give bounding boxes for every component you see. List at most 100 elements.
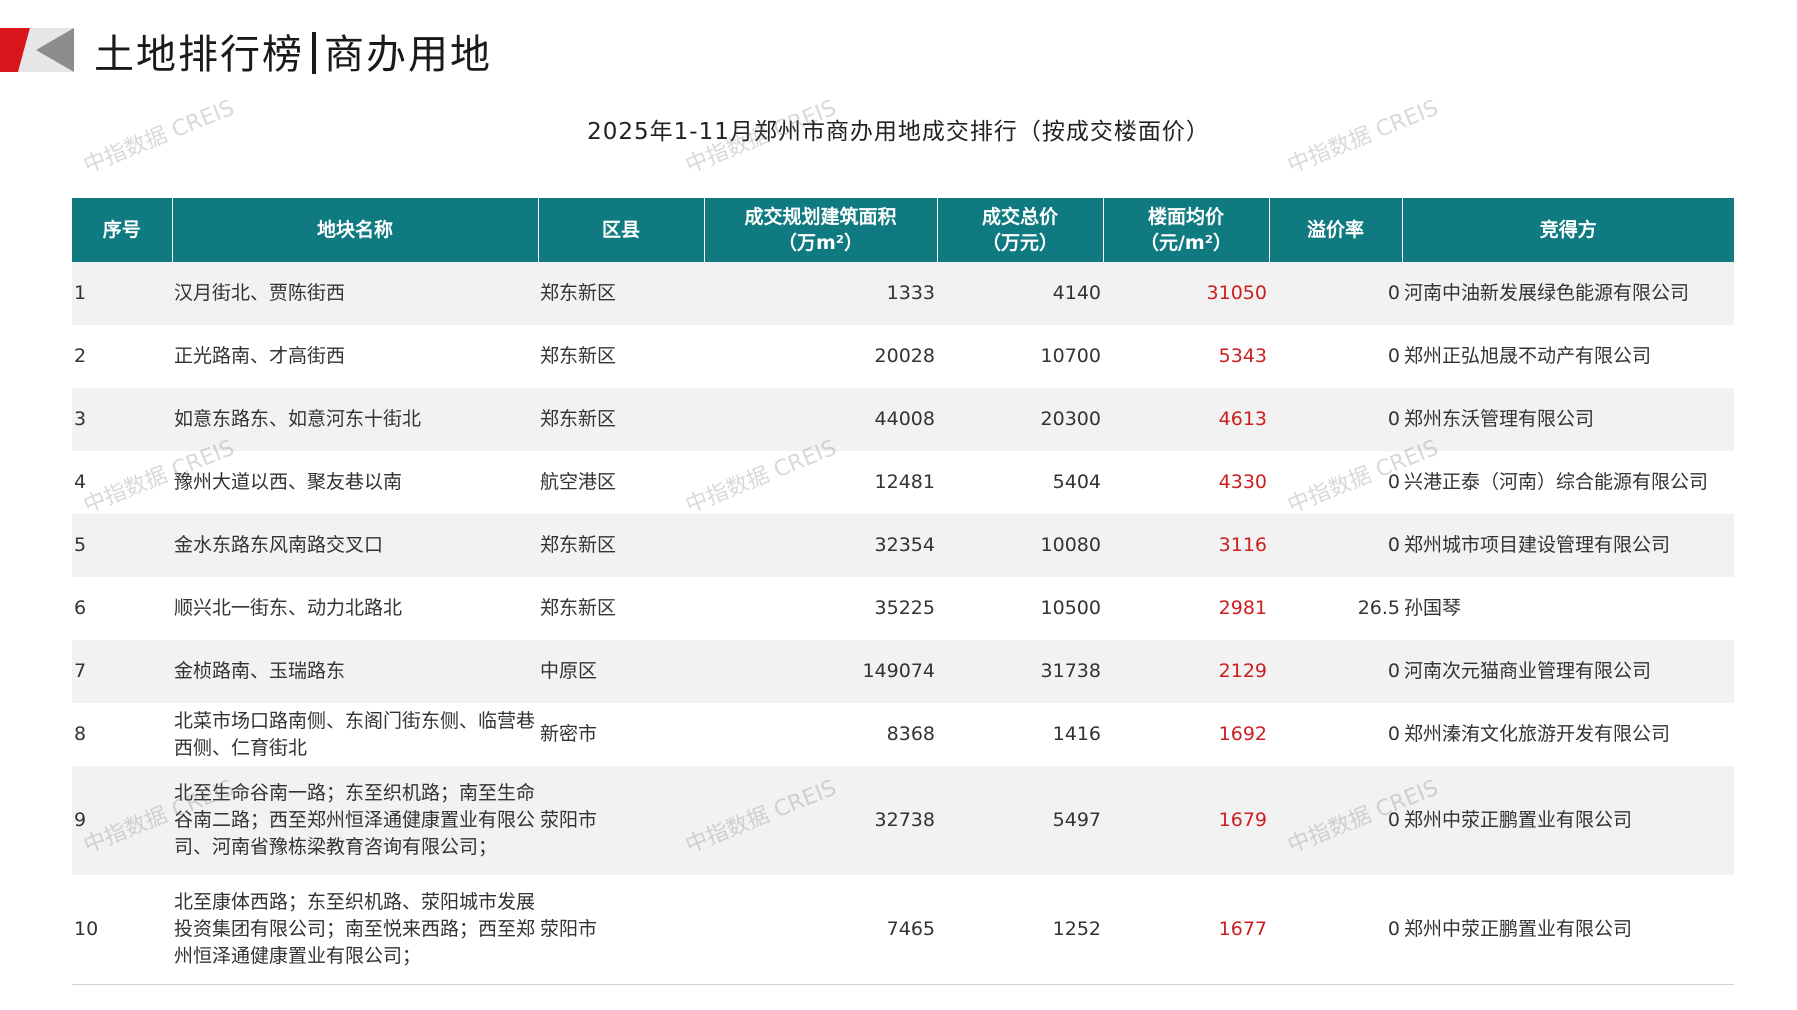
header-col-unit-price: 楼面均价 （元/m²）: [1103, 198, 1270, 262]
table-header: 序号 地块名称 区县 成交规划建筑面积 （万m²） 成交总价 （万元） 楼面均价 （元/m…: [72, 198, 1734, 262]
parcel-name-cell: 顺兴北一街东、动力北路北: [172, 577, 538, 640]
area-cell: 12481: [704, 451, 937, 514]
winner-cell: 郑州城市项目建设管理有限公司: [1402, 514, 1734, 577]
table-header-row: 序号 地块名称 区县 成交规划建筑面积 （万m²） 成交总价 （万元） 楼面均价 （元/m…: [72, 198, 1734, 262]
area-cell: 7465: [704, 875, 937, 985]
header-col-district: 区县: [538, 198, 705, 262]
page-title-sub: 商办用地: [324, 32, 492, 78]
table-row: 4 豫州大道以西、聚友巷以南 航空港区 12481 5404 4330 0 兴港正泰（河南）综…: [72, 451, 1734, 514]
title-separator: [312, 32, 316, 74]
table-row: 9 北至生命谷南一路；东至织机路；南至生命谷南二路；西至郑州恒泽通健康置业有限公司…: [72, 766, 1734, 875]
total-price-cell: 5497: [937, 766, 1103, 875]
rank-cell: 9: [72, 766, 172, 875]
winner-cell: 河南次元猫商业管理有限公司: [1402, 640, 1734, 703]
area-cell: 149074: [704, 640, 937, 703]
rank-cell: 4: [72, 451, 172, 514]
unit-price-cell: 2981: [1103, 577, 1269, 640]
page-title: 土地排行榜 商办用地: [94, 22, 492, 80]
winner-cell: 兴港正泰（河南）综合能源有限公司: [1402, 451, 1734, 514]
total-price-cell: 10500: [937, 577, 1103, 640]
total-price-cell: 5404: [937, 451, 1103, 514]
total-price-cell: 1416: [937, 703, 1103, 766]
unit-price-cell: 1679: [1103, 766, 1269, 875]
rank-cell: 6: [72, 577, 172, 640]
total-price-cell: 20300: [937, 388, 1103, 451]
premium-rate-cell: 0: [1269, 451, 1402, 514]
winner-cell: 郑州正弘旭晟不动产有限公司: [1402, 325, 1734, 388]
rank-cell: 7: [72, 640, 172, 703]
unit-price-cell: 4330: [1103, 451, 1269, 514]
parcel-name-cell: 北菜市场口路南侧、东阁门街东侧、临营巷西侧、仁育街北: [172, 703, 538, 766]
area-cell: 8368: [704, 703, 937, 766]
table-row: 8 北菜市场口路南侧、东阁门街东侧、临营巷西侧、仁育街北 新密市 8368 1416 16…: [72, 703, 1734, 766]
winner-cell: 郑州东沃管理有限公司: [1402, 388, 1734, 451]
table-row: 3 如意东路东、如意河东十街北 郑东新区 44008 20300 4613 0 郑州东沃管理有…: [72, 388, 1734, 451]
table-row: 10 北至康体西路；东至织机路、荥阳城市发展投资集团有限公司；南至悦来西路；西至郑…: [72, 875, 1734, 985]
rank-cell: 2: [72, 325, 172, 388]
parcel-name-cell: 北至康体西路；东至织机路、荥阳城市发展投资集团有限公司；南至悦来西路；西至郑州恒…: [172, 875, 538, 985]
premium-rate-cell: 0: [1269, 514, 1402, 577]
table-caption: 2025年1-11月郑州市商办用地成交排行（按成交楼面价）: [587, 119, 1210, 145]
table-row: 7 金桢路南、玉瑞路东 中原区 149074 31738 2129 0 河南次元猫商业管理有限…: [72, 640, 1734, 703]
total-price-cell: 10080: [937, 514, 1103, 577]
area-cell: 20028: [704, 325, 937, 388]
rank-cell: 3: [72, 388, 172, 451]
area-cell: 1333: [704, 262, 937, 325]
total-price-cell: 1252: [937, 875, 1103, 985]
winner-cell: 郑州中荥正鹏置业有限公司: [1402, 875, 1734, 985]
rank-cell: 1: [72, 262, 172, 325]
unit-price-cell: 31050: [1103, 262, 1269, 325]
parcel-name-cell: 北至生命谷南一路；东至织机路；南至生命谷南二路；西至郑州恒泽通健康置业有限公司、…: [172, 766, 538, 875]
header-col-area: 成交规划建筑面积 （万m²）: [704, 198, 938, 262]
parcel-name-cell: 如意东路东、如意河东十街北: [172, 388, 538, 451]
table-body: 1 汉月街北、贾陈街西 郑东新区 1333 4140 31050 0 河南中油新发展绿色能源有…: [72, 262, 1734, 985]
premium-rate-cell: 26.5: [1269, 577, 1402, 640]
total-price-cell: 10700: [937, 325, 1103, 388]
land-ranking-table: 序号 地块名称 区县 成交规划建筑面积 （万m²） 成交总价 （万元） 楼面均价 （元/m…: [72, 198, 1734, 985]
header-col-parcel-name: 地块名称: [172, 198, 539, 262]
unit-price-cell: 1677: [1103, 875, 1269, 985]
parcel-name-cell: 金桢路南、玉瑞路东: [172, 640, 538, 703]
winner-cell: 郑州溱洧文化旅游开发有限公司: [1402, 703, 1734, 766]
brand-logo-icon: [0, 28, 74, 72]
page-title-main: 土地排行榜: [94, 32, 304, 78]
rank-cell: 10: [72, 875, 172, 985]
header-col-rank: 序号: [72, 198, 173, 262]
district-cell: 郑东新区: [538, 514, 704, 577]
rank-cell: 5: [72, 514, 172, 577]
premium-rate-cell: 0: [1269, 875, 1402, 985]
parcel-name-cell: 正光路南、才高街西: [172, 325, 538, 388]
header-col-winner: 竞得方: [1402, 198, 1734, 262]
premium-rate-cell: 0: [1269, 262, 1402, 325]
table-row: 6 顺兴北一街东、动力北路北 郑东新区 35225 10500 2981 26.5 孙国琴: [72, 577, 1734, 640]
parcel-name-cell: 金水东路东风南路交叉口: [172, 514, 538, 577]
premium-rate-cell: 0: [1269, 640, 1402, 703]
premium-rate-cell: 0: [1269, 325, 1402, 388]
district-cell: 郑东新区: [538, 577, 704, 640]
parcel-name-cell: 汉月街北、贾陈街西: [172, 262, 538, 325]
table-row: 5 金水东路东风南路交叉口 郑东新区 32354 10080 3116 0 郑州城市项目建设管…: [72, 514, 1734, 577]
premium-rate-cell: 0: [1269, 388, 1402, 451]
area-cell: 32738: [704, 766, 937, 875]
unit-price-cell: 2129: [1103, 640, 1269, 703]
rank-cell: 8: [72, 703, 172, 766]
district-cell: 新密市: [538, 703, 704, 766]
unit-price-cell: 5343: [1103, 325, 1269, 388]
district-cell: 郑东新区: [538, 325, 704, 388]
unit-price-cell: 3116: [1103, 514, 1269, 577]
premium-rate-cell: 0: [1269, 766, 1402, 875]
total-price-cell: 4140: [937, 262, 1103, 325]
table-row: 1 汉月街北、贾陈街西 郑东新区 1333 4140 31050 0 河南中油新发展绿色能源有…: [72, 262, 1734, 325]
parcel-name-cell: 豫州大道以西、聚友巷以南: [172, 451, 538, 514]
area-cell: 44008: [704, 388, 937, 451]
area-cell: 35225: [704, 577, 937, 640]
total-price-cell: 31738: [937, 640, 1103, 703]
district-cell: 郑东新区: [538, 262, 704, 325]
unit-price-cell: 4613: [1103, 388, 1269, 451]
premium-rate-cell: 0: [1269, 703, 1402, 766]
unit-price-cell: 1692: [1103, 703, 1269, 766]
winner-cell: 河南中油新发展绿色能源有限公司: [1402, 262, 1734, 325]
district-cell: 荥阳市: [538, 875, 704, 985]
area-cell: 32354: [704, 514, 937, 577]
district-cell: 航空港区: [538, 451, 704, 514]
